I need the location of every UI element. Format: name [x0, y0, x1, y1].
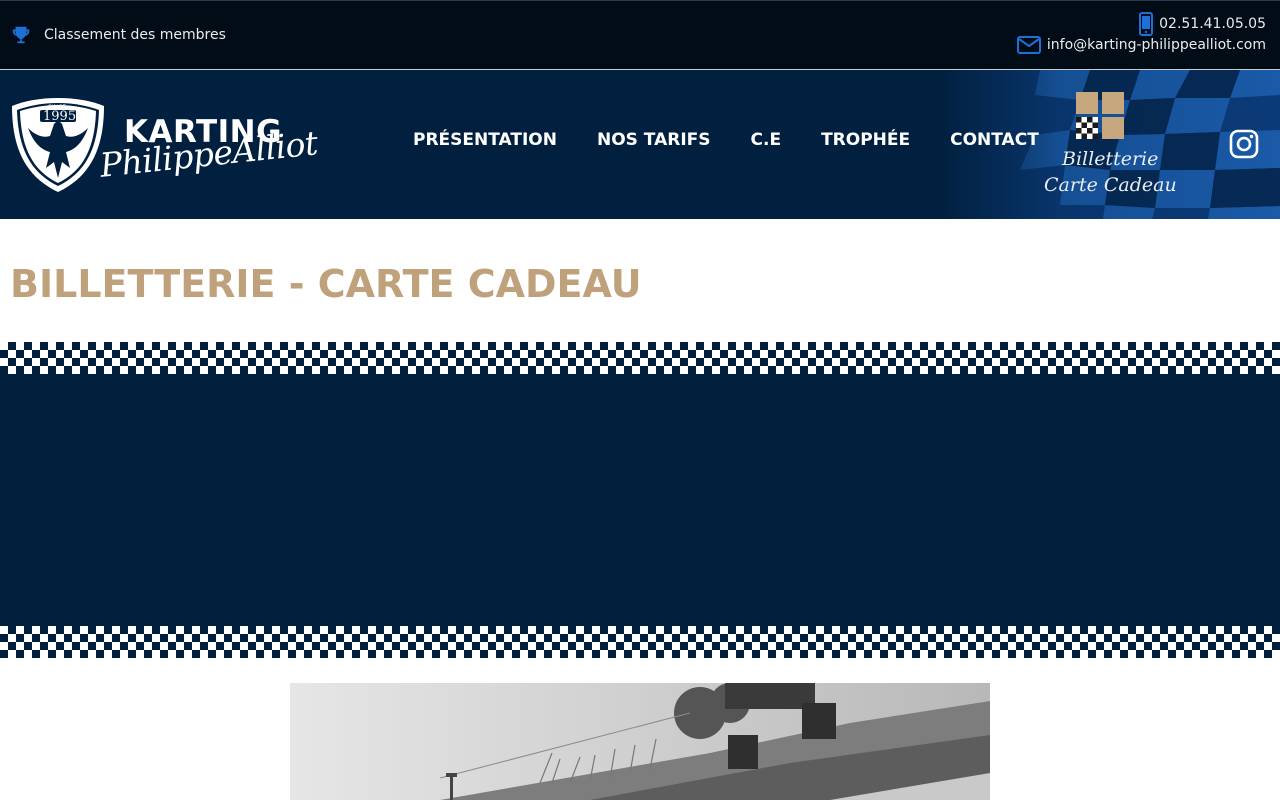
- main-header: SINCE 1995 KARTING PhilippeAlliot PRÉSEN…: [0, 70, 1280, 219]
- nav-item-ce[interactable]: C.E: [731, 130, 802, 150]
- track-photo: [290, 683, 990, 800]
- nav-item-trophee[interactable]: TROPHÉE: [801, 130, 930, 150]
- members-ranking-label: Classement des membres: [44, 27, 226, 43]
- site-logo[interactable]: SINCE 1995 KARTING PhilippeAlliot: [10, 96, 319, 194]
- phone-number: 02.51.41.05.05: [1159, 16, 1266, 32]
- nav-item-tarifs[interactable]: NOS TARIFS: [577, 130, 731, 150]
- logo-wordmark: KARTING PhilippeAlliot: [98, 96, 319, 194]
- page-title: BILLETTERIE - CARTE CADEAU: [10, 262, 642, 306]
- mail-icon: [1016, 36, 1041, 54]
- checkered-banner: [0, 342, 1280, 658]
- checker-strip-top: [0, 342, 1280, 374]
- members-ranking-link[interactable]: Classement des membres: [10, 23, 226, 47]
- gift-card-icon: [1076, 92, 1124, 139]
- nav-item-presentation[interactable]: PRÉSENTATION: [393, 130, 577, 150]
- track-photo-image: [290, 683, 990, 800]
- gift-card-button[interactable]: Billetterie Carte Cadeau: [1040, 92, 1177, 202]
- email-link[interactable]: info@karting-philippealliot.com: [1016, 36, 1266, 54]
- instagram-icon: [1229, 129, 1259, 159]
- badge-year: 1995: [43, 109, 77, 124]
- main-nav: PRÉSENTATION NOS TARIFS C.E TROPHÉE CONT…: [393, 130, 1059, 150]
- instagram-link[interactable]: [1229, 129, 1259, 159]
- phone-icon: [1139, 12, 1154, 36]
- checker-strip-bottom: [0, 626, 1280, 658]
- phone-link[interactable]: 02.51.41.05.05: [1139, 12, 1266, 36]
- top-bar: Classement des membres 02.51.41.05.05 in…: [0, 0, 1280, 70]
- trophy-icon: [12, 26, 30, 44]
- gift-card-line1: Billetterie: [1062, 148, 1159, 170]
- gift-card-line2: Carte Cadeau: [1044, 174, 1177, 196]
- email-address: info@karting-philippealliot.com: [1046, 37, 1266, 53]
